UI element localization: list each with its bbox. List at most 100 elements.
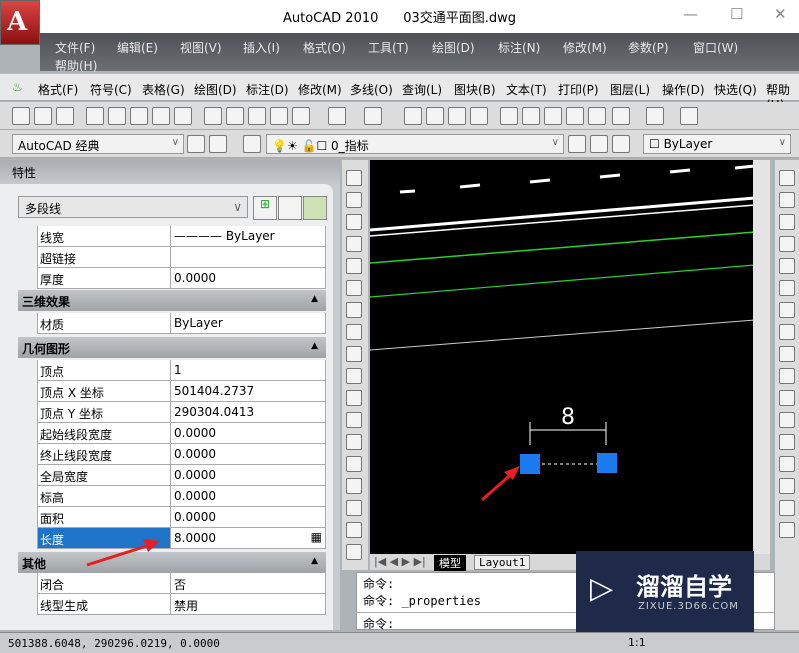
toolbar-icon[interactable]	[174, 107, 192, 125]
tool-icon[interactable]	[346, 280, 362, 296]
collapse-icon[interactable]: ▲	[311, 341, 318, 351]
toolbar-menu-item[interactable]: 表格(G)	[142, 81, 185, 98]
toolbar-icon[interactable]	[612, 107, 630, 125]
tool-icon[interactable]	[346, 478, 362, 494]
property-value[interactable]: 290304.0413	[172, 402, 326, 422]
layer-icon[interactable]	[568, 135, 586, 153]
toolbar-icon[interactable]	[34, 107, 52, 125]
toolbar-icon[interactable]	[448, 107, 466, 125]
toolbar-icon[interactable]	[500, 107, 518, 125]
tool-icon[interactable]	[779, 346, 795, 362]
property-row[interactable]: 顶点 Y 坐标 290304.0413	[37, 402, 326, 423]
menu-item[interactable]: 格式(O)	[303, 39, 346, 56]
tool-icon[interactable]	[346, 324, 362, 340]
property-value[interactable]: 1	[172, 360, 326, 380]
toolbar-icon[interactable]	[226, 107, 244, 125]
property-row[interactable]: 线宽 ———— ByLayer	[37, 226, 326, 247]
tool-icon[interactable]	[779, 412, 795, 428]
toolbar-icon[interactable]	[108, 107, 126, 125]
drawing-canvas[interactable]: 8	[369, 160, 770, 554]
toolbar-menu-item[interactable]: 标注(D)	[246, 81, 289, 98]
menu-item[interactable]: 视图(V)	[180, 39, 222, 56]
minimize-button[interactable]: —	[683, 5, 698, 23]
property-row[interactable]: 长度 8.0000 ▦	[37, 528, 326, 549]
layer-select[interactable]: 💡☀ 🔓☐ 0_指标 ∨	[266, 134, 564, 154]
toolbar-menu-item[interactable]: 修改(M)	[298, 81, 342, 98]
toolbar-icon[interactable]	[130, 107, 148, 125]
quick-select-icon[interactable]	[303, 196, 327, 220]
toolbar-icon[interactable]	[680, 107, 698, 125]
tool-icon[interactable]	[779, 236, 795, 252]
select-objects-icon[interactable]	[278, 196, 302, 220]
property-value[interactable]	[172, 247, 326, 267]
property-value[interactable]: 0.0000	[172, 444, 326, 464]
property-value[interactable]: 否	[172, 573, 326, 593]
property-row[interactable]: 标高 0.0000	[37, 486, 326, 507]
toolbar-menu-item[interactable]: 文本(T)	[506, 81, 547, 98]
property-row[interactable]: 顶点 X 坐标 501404.2737	[37, 381, 326, 402]
property-value[interactable]: 0.0000	[172, 486, 326, 506]
tab-layout1[interactable]: Layout1	[474, 555, 531, 570]
toolbar-icon[interactable]	[328, 107, 346, 125]
toolbar-menu-item[interactable]: 快选(Q)	[714, 81, 757, 98]
toolbar-icon[interactable]	[270, 107, 288, 125]
toolbar-menu-item[interactable]: 绘图(D)	[194, 81, 237, 98]
toolbar-menu-item[interactable]: 查询(L)	[402, 81, 442, 98]
tool-icon[interactable]	[779, 214, 795, 230]
property-row[interactable]: 厚度 0.0000	[37, 268, 326, 289]
menu-item[interactable]: 绘图(D)	[432, 39, 475, 56]
annotation-scale[interactable]: 1:1	[628, 636, 646, 649]
maximize-button[interactable]: ☐	[730, 5, 743, 23]
object-type-select[interactable]: 多段线 ∨	[18, 196, 248, 218]
collapse-icon[interactable]: ▲	[311, 294, 318, 304]
toolbar-menu-item[interactable]: 符号(C)	[90, 81, 132, 98]
app-menu-button[interactable]: A	[0, 0, 40, 45]
tool-icon[interactable]	[346, 346, 362, 362]
toolbar-icon[interactable]	[248, 107, 266, 125]
collapse-icon[interactable]: ▲	[311, 556, 318, 566]
menu-item[interactable]: 修改(M)	[563, 39, 607, 56]
workspace-settings-icon[interactable]	[187, 135, 205, 153]
toolbar-icon[interactable]	[646, 107, 664, 125]
toolbar-icon[interactable]	[152, 107, 170, 125]
property-row[interactable]: 闭合否	[37, 573, 326, 594]
tool-icon[interactable]	[346, 368, 362, 384]
toolbar-icon[interactable]	[544, 107, 562, 125]
menu-item[interactable]: 文件(F)	[55, 39, 95, 56]
property-value[interactable]: 8.0000 ▦	[172, 528, 326, 548]
property-row[interactable]: 线型生成 禁用	[37, 594, 326, 615]
close-button[interactable]: ✕	[774, 5, 787, 23]
toolbar-icon[interactable]	[588, 107, 606, 125]
tool-icon[interactable]	[779, 324, 795, 340]
grip[interactable]	[520, 454, 540, 474]
property-row[interactable]: 顶点 1	[37, 360, 326, 381]
toolbar-icon[interactable]	[56, 107, 74, 125]
toolbar-menu-item[interactable]: 图块(B)	[454, 81, 496, 98]
property-value[interactable]: 0.0000	[172, 268, 326, 288]
menu-item[interactable]: 参数(P)	[628, 39, 669, 56]
property-row[interactable]: 全局宽度 0.0000	[37, 465, 326, 486]
property-row[interactable]: 材质 ByLayer	[37, 313, 326, 334]
toolbar-menu-item[interactable]: 图层(L)	[610, 81, 650, 98]
tab-nav-arrows[interactable]: |◀ ◀ ▶ ▶|	[374, 555, 426, 568]
tool-icon[interactable]	[779, 522, 795, 538]
tool-icon[interactable]	[346, 236, 362, 252]
property-value[interactable]: 0.0000	[172, 507, 326, 527]
tool-icon[interactable]	[779, 192, 795, 208]
tool-icon[interactable]	[779, 280, 795, 296]
toolbar-icon[interactable]	[566, 107, 584, 125]
property-section[interactable]: 三维效果 ▲	[18, 290, 326, 311]
menu-item[interactable]: 标注(N)	[498, 39, 540, 56]
toolbar-icon[interactable]	[426, 107, 444, 125]
toggle-pickadd-icon[interactable]: ⊞	[253, 196, 277, 220]
menu-item[interactable]: 插入(I)	[243, 39, 280, 56]
tool-icon[interactable]	[346, 544, 362, 560]
toolbar-icon[interactable]	[292, 107, 310, 125]
property-section[interactable]: 几何图形 ▲	[18, 337, 326, 358]
toolbar-icon[interactable]	[404, 107, 422, 125]
property-row[interactable]: 终止线段宽度 0.0000	[37, 444, 326, 465]
tool-icon[interactable]	[779, 170, 795, 186]
vertical-scrollbar[interactable]	[753, 160, 770, 554]
toolbar-icon[interactable]	[86, 107, 104, 125]
tool-icon[interactable]	[346, 522, 362, 538]
